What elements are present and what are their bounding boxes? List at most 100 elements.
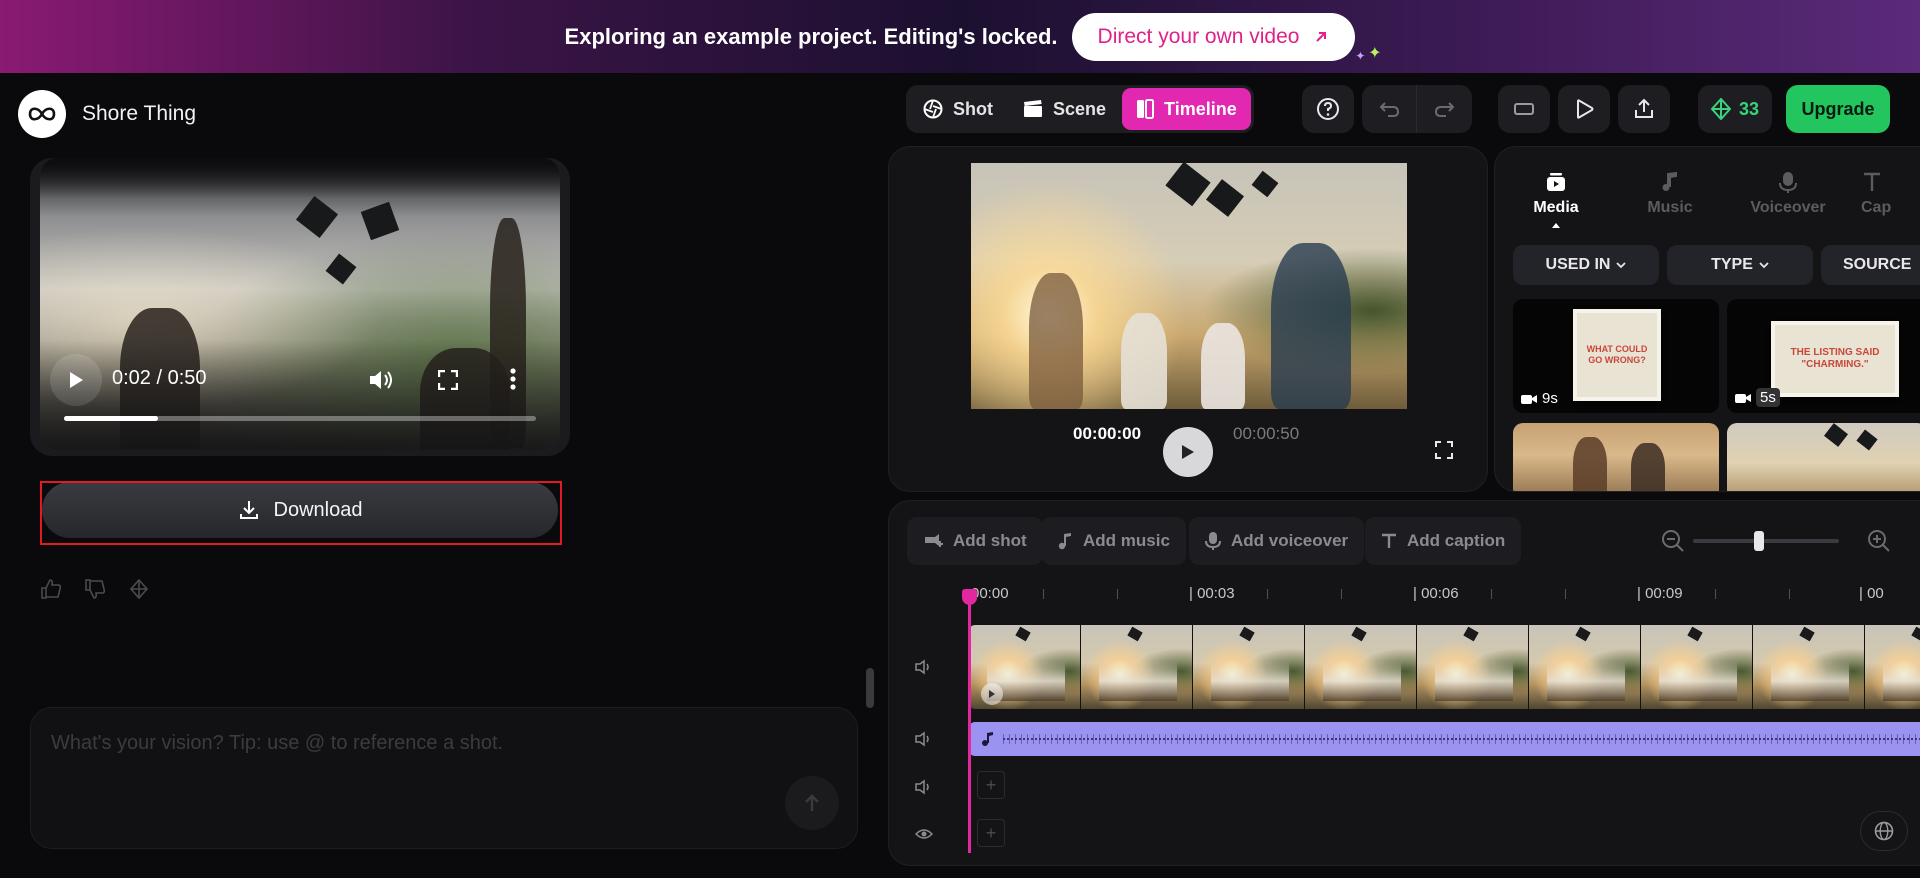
video-camera-icon <box>1521 394 1537 404</box>
graduation-cap <box>325 253 357 285</box>
send-button[interactable] <box>785 776 839 830</box>
infinity-logo-icon[interactable] <box>18 90 66 138</box>
preview-current-time: 00:00:00 <box>1073 424 1142 443</box>
tab-media[interactable]: Media <box>1511 171 1601 228</box>
media-item[interactable] <box>1513 423 1719 491</box>
music-note-icon <box>982 732 993 746</box>
aspect-ratio-button[interactable] <box>1498 85 1550 133</box>
zoom-slider[interactable] <box>1693 539 1839 543</box>
media-item[interactable]: THE LISTING SAID "CHARMING." 5s <box>1727 299 1920 413</box>
language-button[interactable] <box>1860 811 1908 851</box>
microphone-icon <box>1205 532 1221 550</box>
undo-button[interactable] <box>1362 85 1417 133</box>
chevron-down-icon <box>1616 261 1627 268</box>
clip-frame <box>1417 625 1529 709</box>
track-volume-icon[interactable] <box>915 731 933 747</box>
add-voiceover-button[interactable]: Add voiceover <box>1189 517 1365 565</box>
video-progress-fill <box>64 416 159 421</box>
zoom-out-icon[interactable] <box>1661 529 1685 553</box>
tab-timeline[interactable]: Timeline <box>1122 88 1251 130</box>
media-duration: 5s <box>1735 388 1780 407</box>
video-player[interactable]: 0:02 / 0:50 <box>40 158 560 450</box>
tab-label: Media <box>1533 199 1579 216</box>
tab-captions[interactable]: Cap <box>1861 171 1920 217</box>
upgrade-button[interactable]: Upgrade <box>1786 85 1890 133</box>
track-volume-icon[interactable] <box>915 779 933 795</box>
prompt-input[interactable] <box>51 732 751 755</box>
person-silhouette <box>1631 443 1665 491</box>
tab-shot[interactable]: Shot <box>909 88 1007 130</box>
clapperboard-icon <box>1024 100 1042 117</box>
thumbs-down-icon[interactable] <box>84 578 106 600</box>
chevron-down-icon <box>1759 261 1769 268</box>
zoom-in-icon[interactable] <box>1867 529 1891 553</box>
ruler-label: | 00 <box>1859 585 1884 602</box>
chat-scrollbar[interactable] <box>866 668 874 708</box>
graduation-cap <box>1251 170 1279 198</box>
audio-waveform-center <box>1003 738 1920 740</box>
play-button[interactable] <box>50 354 102 406</box>
person-silhouette <box>1029 273 1083 409</box>
credits-badge[interactable]: 33 <box>1698 85 1772 133</box>
media-panel: Media Music Voiceover Cap USED IN TYPE S… <box>1494 146 1920 492</box>
media-item[interactable]: WHAT COULD GO WRONG? 9s <box>1513 299 1719 413</box>
add-voiceover-slot[interactable]: + <box>977 771 1005 799</box>
add-caption-slot[interactable]: + <box>977 819 1005 847</box>
arrow-up-icon <box>805 794 819 811</box>
clip-play-button[interactable] <box>981 683 1003 705</box>
direct-your-own-video-button[interactable]: Direct your own video ✦ ✦ <box>1071 12 1381 63</box>
tab-label: Shot <box>953 98 993 119</box>
clip-frame <box>1305 625 1417 709</box>
clip-frame <box>1193 625 1305 709</box>
filter-label: TYPE <box>1711 256 1753 273</box>
used-in-filter[interactable]: USED IN <box>1513 245 1659 285</box>
music-clip-track[interactable] <box>969 722 1920 756</box>
ruler-tick <box>1491 589 1492 599</box>
volume-button[interactable] <box>368 368 394 392</box>
play-icon <box>989 690 995 698</box>
video-bottom-fade <box>40 340 560 450</box>
add-music-button[interactable]: Add music <box>1041 517 1186 565</box>
type-filter[interactable]: TYPE <box>1667 245 1813 285</box>
download-highlight <box>40 481 562 545</box>
preview-frame <box>971 163 1407 409</box>
demo-banner: Exploring an example project. Editing's … <box>0 0 1920 73</box>
thumbs-up-icon[interactable] <box>40 578 62 600</box>
video-progress-bar[interactable] <box>64 416 536 421</box>
track-visibility-icon[interactable] <box>915 827 933 841</box>
video-time: 0:02 / 0:50 <box>112 367 207 389</box>
tab-music[interactable]: Music <box>1625 171 1715 217</box>
preview-fullscreen-button[interactable] <box>1435 441 1453 459</box>
preview-play-button[interactable] <box>1163 427 1213 477</box>
tab-scene[interactable]: Scene <box>1009 88 1120 130</box>
action-label: Add voiceover <box>1231 531 1349 550</box>
redo-button[interactable] <box>1417 85 1472 133</box>
add-shot-icon <box>925 534 943 547</box>
ruler-label: | 00:09 <box>1637 585 1683 602</box>
preview-play-button[interactable] <box>1558 85 1610 133</box>
video-top-fade <box>40 158 560 198</box>
more-options-button[interactable] <box>510 368 516 390</box>
share-button[interactable] <box>1618 85 1670 133</box>
media-item[interactable] <box>1727 423 1920 491</box>
playhead[interactable] <box>968 595 971 853</box>
clip-frame <box>1641 625 1753 709</box>
brand: Shore Thing <box>18 90 196 138</box>
zoom-slider-handle[interactable] <box>1753 531 1764 551</box>
undo-redo-group <box>1362 85 1472 133</box>
gem-icon[interactable] <box>128 578 150 600</box>
tab-voiceover[interactable]: Voiceover <box>1743 171 1833 217</box>
clip-frame <box>1753 625 1865 709</box>
share-icon <box>1635 98 1653 118</box>
sparkle-icon: ✦ <box>1368 44 1382 62</box>
timeline-icon <box>1137 99 1155 119</box>
tab-label: Scene <box>1053 98 1107 119</box>
video-clip-track[interactable] <box>969 625 1920 709</box>
fullscreen-button[interactable] <box>438 370 458 390</box>
ruler-label: | 00:06 <box>1413 585 1459 602</box>
add-shot-button[interactable]: Add shot <box>907 517 1043 565</box>
source-filter[interactable]: SOURCE <box>1821 245 1920 285</box>
help-button[interactable] <box>1302 85 1354 133</box>
add-caption-button[interactable]: Add caption <box>1365 517 1522 565</box>
track-volume-icon[interactable] <box>915 659 933 675</box>
